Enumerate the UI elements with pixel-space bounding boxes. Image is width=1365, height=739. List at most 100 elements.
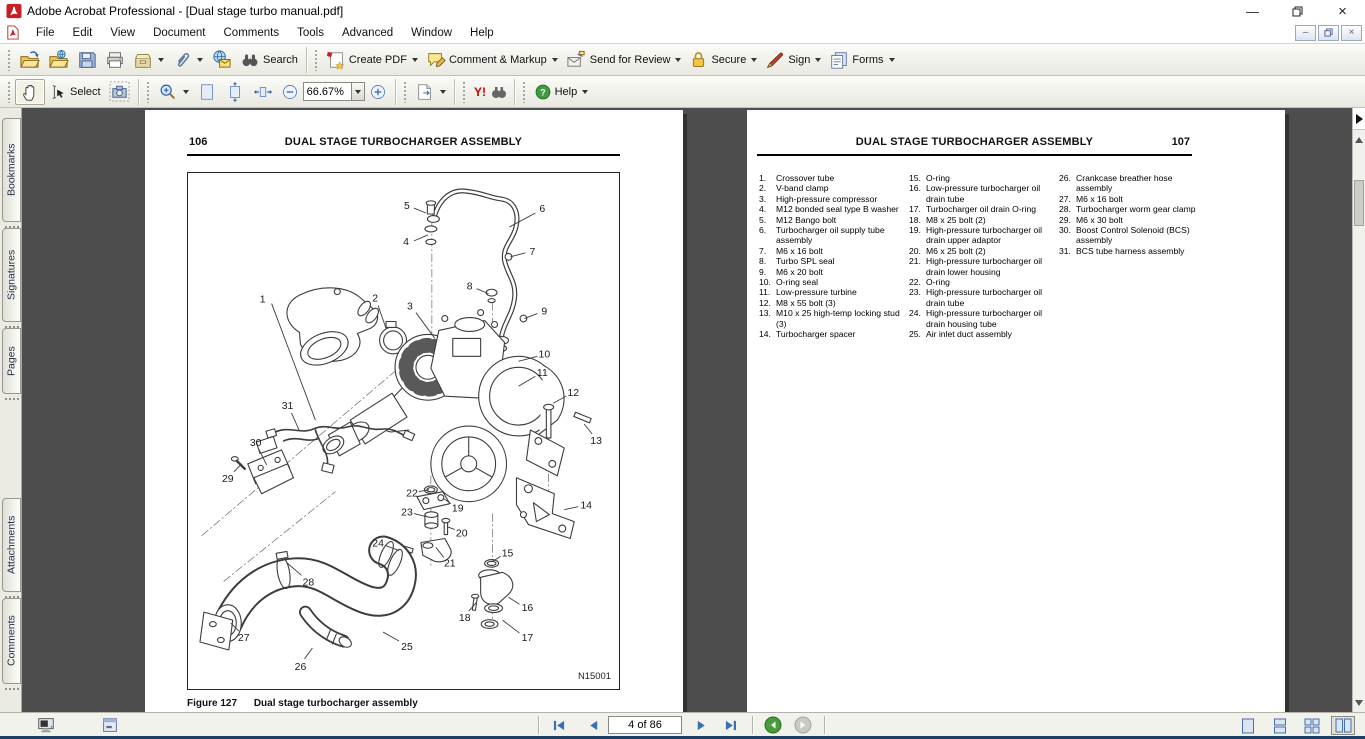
previous-page-button[interactable]: [582, 716, 604, 734]
restore-button[interactable]: [1275, 0, 1320, 22]
fit-width-button[interactable]: [249, 79, 277, 105]
fit-height-button[interactable]: [221, 79, 249, 105]
yahoo-search-button[interactable]: Y!: [470, 79, 510, 105]
part-item: 24.High-pressure turbocharger oil drain …: [909, 308, 1057, 329]
fit-page-button[interactable]: [193, 79, 221, 105]
folder-globe-icon: [48, 49, 69, 70]
zoom-tool-button[interactable]: [154, 79, 193, 105]
help-button[interactable]: ? Help: [530, 79, 593, 105]
toolbar-grip[interactable]: [314, 49, 319, 71]
figure-callout-13: 13: [590, 436, 602, 447]
page-header-107: DUAL STAGE TURBOCHARGER ASSEMBLY: [757, 136, 1192, 148]
hand-tool-button[interactable]: [15, 79, 45, 105]
toolbar-grip[interactable]: [7, 49, 12, 71]
figure-callout-30: 30: [250, 438, 262, 449]
figure-callout-22: 22: [406, 489, 418, 500]
toolbar-grip[interactable]: [522, 81, 527, 103]
scroll-down-button[interactable]: [1353, 695, 1365, 710]
sidebar-tab-comments[interactable]: Comments: [2, 598, 21, 684]
secure-label: Secure: [711, 54, 746, 66]
previous-view-icon: [764, 716, 782, 734]
restore-icon: [1292, 6, 1303, 17]
attach-button[interactable]: [168, 47, 207, 73]
part-item: 8.Turbo SPL seal: [759, 256, 907, 266]
zoom-in-button[interactable]: [365, 79, 391, 105]
zoom-out-button[interactable]: [277, 79, 303, 105]
doc-restore-button[interactable]: [1318, 25, 1339, 41]
zoom-level-input[interactable]: [303, 82, 351, 101]
panel-toggle-button[interactable]: [1353, 108, 1365, 130]
organizer-button[interactable]: [129, 47, 168, 73]
menu-item-window[interactable]: Window: [402, 25, 461, 41]
toolbar-grip[interactable]: [146, 81, 151, 103]
menu-item-tools[interactable]: Tools: [288, 25, 333, 41]
svg-text:Y!: Y!: [474, 85, 486, 99]
open-button[interactable]: [15, 47, 44, 73]
toolbar-grip[interactable]: [403, 81, 408, 103]
menu-item-advanced[interactable]: Advanced: [333, 25, 402, 41]
part-item: 2.V-band clamp: [759, 183, 907, 193]
close-button[interactable]: ×: [1320, 0, 1365, 22]
sidebar-tab-signatures[interactable]: Signatures: [2, 228, 21, 322]
sign-button[interactable]: Sign: [761, 47, 825, 73]
send-for-review-button[interactable]: Send for Review: [562, 47, 686, 73]
comment-markup-button[interactable]: Comment & Markup: [422, 47, 562, 73]
zoom-level-dropdown[interactable]: [351, 82, 365, 101]
part-item: 26.Crankcase breather hose assembly: [1059, 173, 1207, 194]
part-item: 22.O-ring: [909, 277, 1057, 287]
part-item: 23.High-pressure turbocharger oil drain …: [909, 287, 1057, 308]
figure-callout-29: 29: [222, 474, 234, 485]
menu-item-help[interactable]: Help: [461, 25, 503, 41]
minimize-button[interactable]: —: [1230, 0, 1275, 22]
sidebar-tab-attachments[interactable]: Attachments: [2, 498, 21, 592]
save-button[interactable]: [73, 47, 101, 73]
header-rule: [757, 154, 1192, 156]
part-item: 28.Turbocharger worm gear clamp: [1059, 204, 1207, 214]
continuous-facing-layout-button[interactable]: [1300, 716, 1324, 735]
page-indicator-field[interactable]: [608, 716, 682, 734]
menu-item-comments[interactable]: Comments: [215, 25, 289, 41]
doc-minimize-button[interactable]: –: [1295, 25, 1316, 41]
facing-layout-button[interactable]: [1331, 716, 1355, 735]
menu-item-file[interactable]: File: [27, 25, 64, 41]
print-icon: [105, 50, 125, 70]
open-web-button[interactable]: [44, 47, 73, 73]
single-page-layout-button[interactable]: [1236, 716, 1260, 735]
search-button[interactable]: Search: [236, 47, 302, 73]
sidebar-tab-bookmarks[interactable]: Bookmarks: [2, 118, 21, 222]
file-toolbar: Search Create PDF Comment & Markup: [0, 44, 1365, 76]
page-display-button[interactable]: [411, 79, 450, 105]
doc-close-button[interactable]: ×: [1341, 25, 1362, 41]
scroll-up-button[interactable]: [1353, 132, 1365, 147]
next-page-button[interactable]: [690, 716, 712, 734]
screen-view-icon[interactable]: [36, 715, 56, 735]
snapshot-tool-button[interactable]: [105, 79, 134, 105]
status-separator: [538, 716, 539, 734]
email-button[interactable]: [207, 47, 236, 73]
secure-button[interactable]: Secure: [685, 47, 761, 73]
menu-item-view[interactable]: View: [101, 25, 144, 41]
create-pdf-button[interactable]: Create PDF: [322, 47, 422, 73]
next-view-button[interactable]: [792, 716, 814, 734]
toolbar-grip[interactable]: [7, 81, 12, 103]
previous-page-icon: [587, 719, 600, 732]
part-item: 31.BCS tube harness assembly: [1059, 246, 1207, 256]
toolbar-grip[interactable]: [462, 81, 467, 103]
select-tool-button[interactable]: Select: [45, 79, 105, 105]
scrollbar-thumb[interactable]: [1354, 180, 1364, 226]
status-panel-icon[interactable]: [100, 715, 120, 735]
sign-label: Sign: [788, 54, 810, 66]
last-page-button[interactable]: [720, 716, 742, 734]
previous-view-button[interactable]: [762, 716, 784, 734]
select-tool-icon: [49, 83, 67, 101]
menu-item-edit[interactable]: Edit: [64, 25, 102, 41]
print-button[interactable]: [101, 47, 129, 73]
sidebar-tab-pages[interactable]: Pages: [2, 328, 21, 394]
continuous-layout-button[interactable]: [1268, 716, 1292, 735]
sign-pen-icon: [765, 50, 785, 70]
figure-callout-20: 20: [456, 529, 468, 540]
figure-callout-4: 4: [403, 237, 409, 248]
forms-button[interactable]: Forms: [825, 47, 898, 73]
menu-item-document[interactable]: Document: [144, 25, 214, 41]
first-page-button[interactable]: [548, 716, 570, 734]
